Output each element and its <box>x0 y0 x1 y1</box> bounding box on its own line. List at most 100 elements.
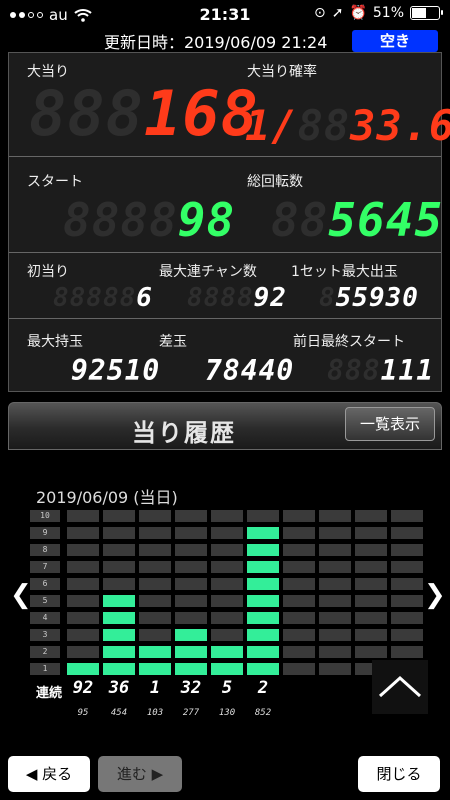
history-cell <box>211 612 243 624</box>
vacancy-badge: 空き <box>352 30 438 52</box>
forward-button[interactable]: 進む ▶ <box>98 756 182 792</box>
history-runs: 32 <box>180 678 202 698</box>
history-runs: 2 <box>257 678 269 698</box>
first-hit-value: 888886 <box>53 283 153 313</box>
history-cell <box>211 646 243 658</box>
history-cell <box>319 578 351 590</box>
chevron-up-icon <box>378 675 422 698</box>
history-spins: 103 <box>146 708 164 718</box>
history-cell <box>355 544 387 556</box>
history-cell <box>355 510 387 522</box>
history-runs: 36 <box>108 678 130 698</box>
history-cell <box>247 561 279 573</box>
history-cell <box>139 663 171 675</box>
history-cell <box>103 578 135 590</box>
history-cell <box>175 561 207 573</box>
prev-start-label: 前日最終スタート <box>293 334 405 350</box>
history-cell <box>175 663 207 675</box>
history-cell <box>355 561 387 573</box>
prev-arrow-icon[interactable]: ❮ <box>10 580 32 610</box>
row-label: 2 <box>30 646 60 658</box>
history-cell <box>175 646 207 658</box>
history-cell <box>139 561 171 573</box>
history-spins: 277 <box>182 708 200 718</box>
history-cell <box>211 527 243 539</box>
total-spins-value: 885645 <box>271 193 444 247</box>
history-cell <box>391 629 423 641</box>
history-cell <box>391 544 423 556</box>
history-cell <box>247 629 279 641</box>
next-arrow-icon[interactable]: ❯ <box>424 580 446 610</box>
history-cell <box>391 595 423 607</box>
history-spins: 852 <box>254 708 272 718</box>
history-cell <box>67 663 99 675</box>
history-cell <box>103 561 135 573</box>
back-button[interactable]: ◀ 戻る <box>8 756 90 792</box>
update-time: 更新日時：2019/06/09 21:24 <box>104 33 328 52</box>
history-cell <box>67 629 99 641</box>
jackpot-section: 大当り 888168 大当り確率 1/8833.6 <box>9 53 450 157</box>
start-label: スタート <box>27 174 83 190</box>
max-chain-label: 最大連チャン数 <box>159 264 257 280</box>
history-cell <box>355 629 387 641</box>
history-runs: 92 <box>72 678 94 698</box>
row-label: 9 <box>30 527 60 539</box>
history-cell <box>211 595 243 607</box>
diff-label: 差玉 <box>159 334 187 350</box>
history-cell <box>67 544 99 556</box>
history-cell <box>283 527 315 539</box>
history-cell <box>247 646 279 658</box>
history-cell <box>319 612 351 624</box>
history-cell <box>103 646 135 658</box>
history-cell <box>67 595 99 607</box>
history-cell <box>319 595 351 607</box>
history-cell <box>391 510 423 522</box>
jackpot-value: 888168 <box>29 77 259 150</box>
history-cell <box>355 612 387 624</box>
history-cell <box>211 578 243 590</box>
history-cell <box>247 578 279 590</box>
history-spins: 95 <box>77 708 89 718</box>
history-cell <box>391 612 423 624</box>
history-cell <box>103 527 135 539</box>
history-cell <box>139 612 171 624</box>
history-cell <box>247 595 279 607</box>
history-cell <box>103 629 135 641</box>
history-title: 当り履歴 <box>132 419 236 447</box>
prev-start-value: 888111 <box>327 354 435 387</box>
history-cell <box>319 510 351 522</box>
stats-panel: 大当り 888168 大当り確率 1/8833.6 スタート 888898 総回… <box>8 52 450 392</box>
row-label: 6 <box>30 578 60 590</box>
history-cell <box>247 527 279 539</box>
history-cell <box>103 595 135 607</box>
history-cell <box>139 578 171 590</box>
row-label: 3 <box>30 629 60 641</box>
scroll-top-button[interactable] <box>372 660 428 714</box>
history-cell <box>283 629 315 641</box>
history-cell <box>211 629 243 641</box>
history-cell <box>319 629 351 641</box>
start-value: 888898 <box>63 193 236 247</box>
battery-percent: 51% <box>372 5 404 21</box>
runs-label: 連続 <box>36 686 63 701</box>
history-cell <box>391 527 423 539</box>
history-cell <box>211 663 243 675</box>
row-label: 1 <box>30 663 60 675</box>
history-cell <box>175 629 207 641</box>
history-cell <box>355 527 387 539</box>
history-cell <box>391 561 423 573</box>
list-view-button[interactable]: 一覧表示 <box>345 407 435 441</box>
history-cell <box>103 544 135 556</box>
max-hold-label: 最大持玉 <box>27 334 83 350</box>
history-cell <box>247 510 279 522</box>
max-hold-value: 92510 <box>71 354 161 387</box>
history-cell <box>211 561 243 573</box>
history-date: 2019/06/09 (当日) <box>36 488 178 507</box>
max-set-value: 855930 <box>319 283 419 313</box>
history-cell <box>319 663 351 675</box>
history-cell <box>283 646 315 658</box>
close-button[interactable]: 閉じる <box>358 756 440 792</box>
history-cell <box>175 510 207 522</box>
history-cell <box>67 612 99 624</box>
status-right: ⊙ ➚ ⏰ 51% <box>314 5 443 21</box>
